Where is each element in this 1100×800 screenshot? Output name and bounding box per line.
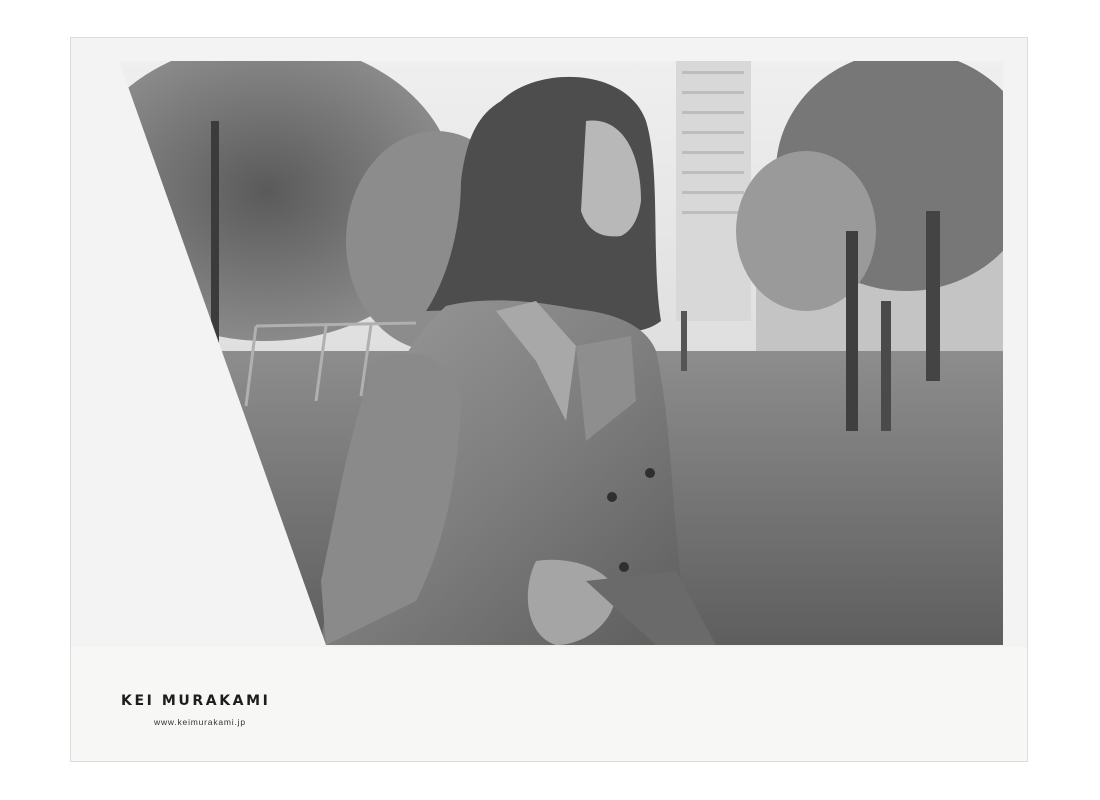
website-link[interactable]: www.keimurakami.jp <box>154 717 246 727</box>
footer-band: KEI MURAKAMI www.keimurakami.jp <box>71 647 1027 761</box>
photo-illustration <box>116 61 1003 645</box>
brand-name: KEI MURAKAMI <box>121 693 271 709</box>
hero-photo <box>116 61 1003 645</box>
